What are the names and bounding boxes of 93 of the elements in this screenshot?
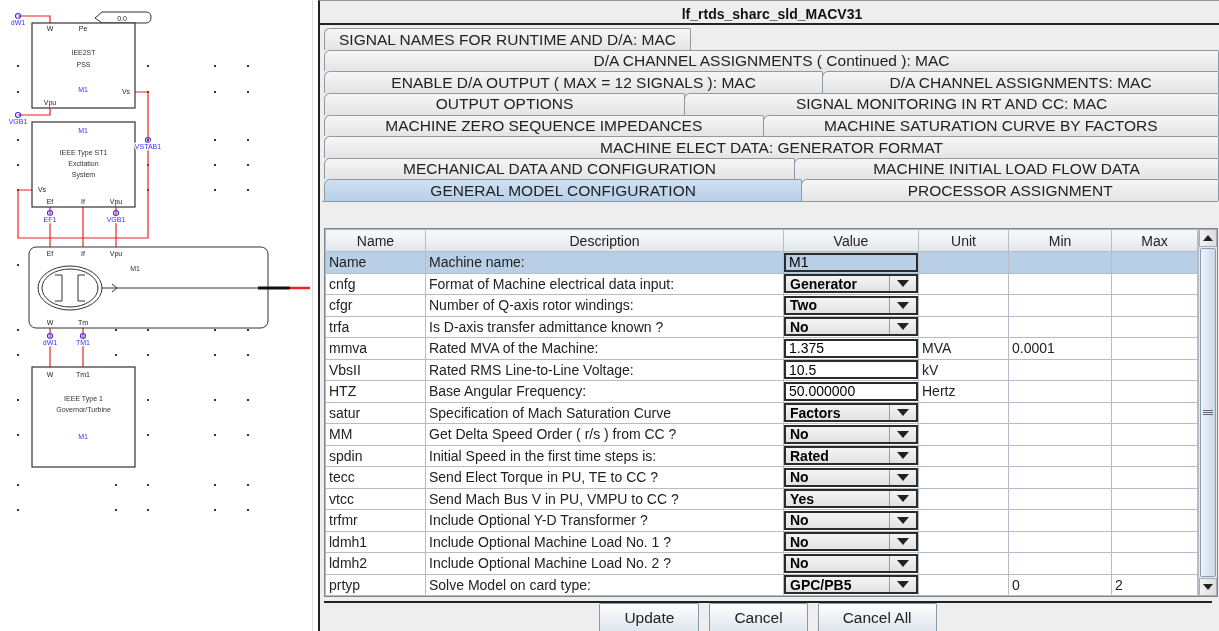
table-cell: Format of Machine electrical data input:	[425, 273, 784, 295]
table-cell: Machine name:	[425, 251, 784, 273]
table-cell: Is D-axis transfer admittance known ?	[425, 316, 784, 338]
tab[interactable]: SIGNAL NAMES FOR RUNTIME AND D/A: MAC	[324, 28, 692, 50]
table-cell: cnfg	[325, 273, 426, 295]
table-row[interactable]: cfgr Number of Q-axis rotor windings: Two	[325, 294, 1198, 316]
tab[interactable]: OUTPUT OPTIONS	[324, 93, 686, 115]
table-cell: cfgr	[325, 294, 426, 316]
tab[interactable]: SIGNAL MONITORING IN RT AND CC: MAC	[684, 93, 1219, 115]
table-cell: satur	[325, 402, 426, 424]
table-cell: spdin	[325, 445, 426, 467]
table-cell: trfmr	[325, 509, 426, 531]
column-header[interactable]: Value	[783, 229, 919, 252]
table-cell: ldmh1	[325, 531, 426, 553]
table-row[interactable]: HTZ Base Angular Frequency: 50.000000 Hertz	[325, 380, 1198, 402]
value-field[interactable]: 50.000000	[784, 381, 918, 401]
column-header[interactable]: Unit	[918, 229, 1009, 252]
table-cell: Name	[325, 251, 426, 273]
tab[interactable]: D/A CHANNEL ASSIGNMENTS: MAC	[822, 71, 1219, 94]
table-cell: VbsII	[325, 359, 426, 381]
table-cell: 2	[1111, 574, 1198, 596]
value-dropdown[interactable]: No	[784, 424, 918, 444]
table-cell: Base Angular Frequency:	[425, 380, 784, 402]
window-title: lf_rtds_sharc_sld_MACV31	[320, 5, 1219, 26]
table-cell: Get Delta Speed Order ( r/s ) from CC ?	[425, 423, 784, 445]
column-header[interactable]: Name	[325, 229, 426, 252]
value-dropdown[interactable]: No	[784, 510, 918, 530]
tab[interactable]: ENABLE D/A OUTPUT ( MAX = 12 SIGNALS ): MAC	[324, 71, 824, 94]
value-dropdown[interactable]: Yes	[784, 489, 918, 509]
table-cell: 0.0001	[1008, 337, 1112, 359]
value-dropdown[interactable]: No	[784, 532, 918, 552]
table-cell: HTZ	[325, 380, 426, 402]
tab[interactable]: MACHINE ELECT DATA: GENERATOR FORMAT	[324, 136, 1219, 158]
value-dropdown[interactable]: Two	[784, 295, 918, 315]
table-row[interactable]: prtyp Solve Model on card type: GPC/PB5 0 2	[325, 574, 1198, 596]
table-cell: Send Elect Torque in PU, TE to CC ?	[425, 466, 784, 488]
table-cell: Include Optional Machine Load No. 2 ?	[425, 552, 784, 574]
table-row[interactable]: ldmh2 Include Optional Machine Load No. 2 ? No	[325, 552, 1198, 574]
table-cell: MM	[325, 423, 426, 445]
tab[interactable]: MACHINE SATURATION CURVE BY FACTORS	[762, 114, 1219, 137]
value-dropdown[interactable]: Factors	[784, 403, 918, 423]
table-cell: Specification of Mach Saturation Curve	[425, 402, 784, 424]
column-header[interactable]: Min	[1008, 229, 1112, 252]
table-row[interactable]: tecc Send Elect Torque in PU, TE to CC ? No	[325, 466, 1198, 488]
table-row[interactable]: spdin Initial Speed in the first time steps is: Rated	[325, 445, 1198, 467]
table-cell: Solve Model on card type:	[425, 574, 784, 596]
table-cell: Send Mach Bus V in PU, VMPU to CC ?	[425, 488, 784, 510]
column-header[interactable]: Description	[425, 229, 784, 252]
table-row[interactable]: cnfg Format of Machine electrical data input: Generator	[325, 273, 1198, 295]
table-row[interactable]: vtcc Send Mach Bus V in PU, VMPU to CC ? Yes	[325, 488, 1198, 510]
tab[interactable]: MECHANICAL DATA AND CONFIGURATION	[324, 157, 796, 180]
table-cell: trfa	[325, 316, 426, 338]
table-cell: Rated MVA of the Machine:	[425, 337, 784, 359]
table-cell: Include Optional Machine Load No. 1 ?	[425, 531, 784, 553]
table-cell: kV	[918, 359, 1009, 381]
tab[interactable]: D/A CHANNEL ASSIGNMENTS ( Continued ): MAC	[324, 49, 1219, 72]
value-field[interactable]: 1.375	[784, 338, 918, 358]
value-dropdown[interactable]: No	[784, 317, 918, 337]
table-cell: vtcc	[325, 488, 426, 510]
table-cell: Hertz	[918, 380, 1009, 402]
value-dropdown[interactable]: Generator	[784, 274, 918, 294]
tab[interactable]: PROCESSOR ASSIGNMENT	[801, 179, 1219, 201]
table-row[interactable]: trfa Is D-axis transfer admittance known ? No	[325, 316, 1198, 338]
dialog-button[interactable]: Update	[599, 603, 700, 631]
table-cell: ldmh2	[325, 552, 426, 574]
table-cell: Initial Speed in the first time steps is:	[425, 445, 784, 467]
table-cell: MVA	[918, 337, 1009, 359]
value-field[interactable]: M1	[784, 252, 918, 272]
table-row[interactable]: Name Machine name: M1	[325, 251, 1198, 273]
table-row[interactable]: trfmr Include Optional Y-D Transformer ? No	[325, 509, 1198, 531]
tab[interactable]: MACHINE INITIAL LOAD FLOW DATA	[794, 157, 1219, 180]
tab[interactable]: GENERAL MODEL CONFIGURATION	[324, 179, 803, 201]
table-row[interactable]: MM Get Delta Speed Order ( r/s ) from CC ? No	[325, 423, 1198, 445]
table-cell: prtyp	[325, 574, 426, 596]
table-row[interactable]: satur Specification of Mach Saturation Curve Factors	[325, 402, 1198, 424]
value-dropdown[interactable]: No	[784, 553, 918, 573]
value-field[interactable]: 10.5	[784, 360, 918, 380]
table-cell: 0	[1008, 574, 1112, 596]
table-row[interactable]: mmva Rated MVA of the Machine: 1.375 MVA 0.0001	[325, 337, 1198, 359]
table-row[interactable]: VbsII Rated RMS Line-to-Line Voltage: 10.5 kV	[325, 359, 1198, 381]
column-header[interactable]: Max	[1111, 229, 1198, 252]
table-row[interactable]: ldmh1 Include Optional Machine Load No. 1 ? No	[325, 531, 1198, 553]
tab[interactable]: MACHINE ZERO SEQUENCE IMPEDANCES	[324, 114, 764, 137]
table-cell: Rated RMS Line-to-Line Voltage:	[425, 359, 784, 381]
table-cell: tecc	[325, 466, 426, 488]
table-cell: mmva	[325, 337, 426, 359]
table-cell: Number of Q-axis rotor windings:	[425, 294, 784, 316]
table-cell: Include Optional Y-D Transformer ?	[425, 509, 784, 531]
value-dropdown[interactable]: No	[784, 467, 918, 487]
value-dropdown[interactable]: Rated	[784, 446, 918, 466]
dialog-button[interactable]: Cancel All	[817, 603, 937, 631]
dialog-button[interactable]: Cancel	[709, 603, 808, 631]
value-dropdown[interactable]: GPC/PB5	[784, 575, 918, 595]
